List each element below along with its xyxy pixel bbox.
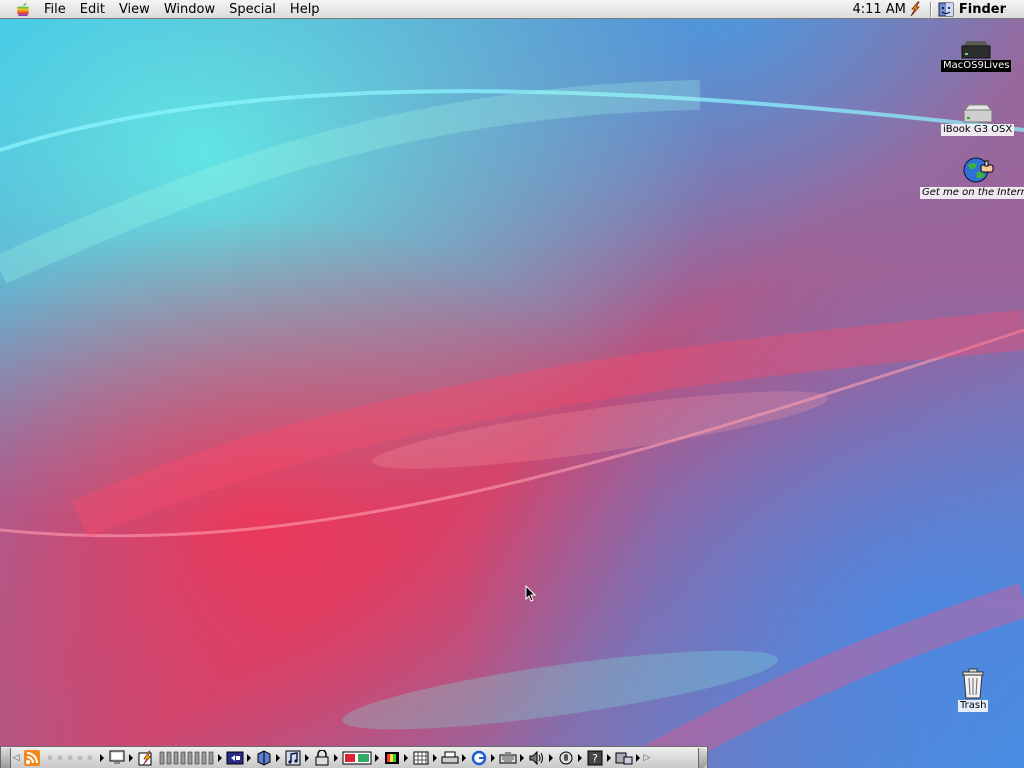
control-strip-module[interactable] <box>410 748 439 768</box>
internet-icon <box>471 750 487 765</box>
chevron-right-icon <box>100 753 104 762</box>
globe-icon <box>963 157 994 183</box>
web-sharing-icon <box>342 751 372 764</box>
chevron-right-icon <box>462 753 466 762</box>
control-strip-module[interactable] <box>106 748 135 768</box>
energy-icon <box>138 750 152 765</box>
chevron-right-icon <box>520 753 524 762</box>
control-strip-module[interactable] <box>43 748 106 768</box>
chevron-right-icon <box>247 753 251 762</box>
application-name: Finder <box>958 1 1006 17</box>
desktop-icon-ibook-g3-osx[interactable]: iBook G3 OSX <box>941 104 1015 136</box>
menu-edit[interactable]: Edit <box>73 0 112 19</box>
control-strip-module[interactable]: ? <box>584 748 613 768</box>
mouse-cursor-icon <box>525 585 537 602</box>
file-sharing-icon <box>159 751 214 764</box>
control-strip-module[interactable] <box>311 748 340 768</box>
energy-icon[interactable] <box>908 1 922 17</box>
control-strip-module[interactable] <box>526 748 555 768</box>
chevron-right-icon <box>276 753 280 762</box>
chevron-right-icon <box>578 753 582 762</box>
chevron-right-icon <box>433 753 437 762</box>
sound-icon <box>529 750 543 765</box>
desktop-icon-label: Get me on the Interne <box>920 187 1024 199</box>
application-menu[interactable]: Finder <box>938 2 1024 17</box>
chevron-right-icon <box>305 753 309 762</box>
cd-icon <box>257 749 271 766</box>
chevron-right-icon <box>129 753 133 762</box>
control-strip-module[interactable] <box>21 748 43 768</box>
desktop-icon-label: Trash <box>958 700 989 712</box>
control-strip-module[interactable] <box>468 748 497 768</box>
control-strip-module[interactable] <box>613 748 642 768</box>
menu-file[interactable]: File <box>37 0 73 19</box>
scroll-right-icon[interactable]: ▷ <box>642 750 652 766</box>
finder-icon <box>938 2 954 16</box>
chevron-right-icon <box>218 753 222 762</box>
keyboard-icon <box>499 751 517 763</box>
resolution-icon <box>413 751 429 764</box>
control-strip-module[interactable] <box>555 748 584 768</box>
chevron-right-icon <box>549 753 553 762</box>
control-strip-module[interactable] <box>157 748 224 768</box>
speech-icon <box>559 751 573 764</box>
chevron-right-icon <box>404 753 408 762</box>
control-strip-collapse-button[interactable] <box>1 747 11 768</box>
desktop-icon-macos9lives[interactable]: MacOS9Lives <box>941 40 1012 72</box>
control-strip: ◁ ? ▷ <box>0 746 708 768</box>
menu-separator <box>929 1 932 17</box>
control-strip-tab[interactable] <box>698 747 707 768</box>
chevron-right-icon <box>607 753 611 762</box>
remote-access-icon <box>615 752 633 764</box>
book-icon <box>226 751 244 764</box>
control-strip-module[interactable] <box>253 748 282 768</box>
desktop-icon-internet-setup[interactable]: Get me on the Interne <box>920 155 1024 199</box>
control-strip-module[interactable] <box>282 748 311 768</box>
desktop-icon-label: iBook G3 OSX <box>941 124 1015 136</box>
chevron-right-icon <box>375 753 379 762</box>
control-strip-module[interactable] <box>439 748 468 768</box>
chevron-right-icon <box>334 753 338 762</box>
chevron-right-icon <box>636 753 640 762</box>
menu-view[interactable]: View <box>112 0 157 19</box>
music-icon <box>285 750 301 765</box>
lock-icon <box>315 749 329 765</box>
apple-menu[interactable] <box>9 0 37 19</box>
control-strip-module[interactable] <box>381 748 410 768</box>
hard-drive-icon <box>963 104 993 123</box>
color-depth-icon <box>385 751 399 764</box>
menu-bar: File Edit View Window Special Help 4:11 … <box>0 0 1024 19</box>
control-strip-module[interactable] <box>135 748 157 768</box>
help-icon: ? <box>587 750 603 765</box>
desktop-icon-trash[interactable]: Trash <box>958 668 989 712</box>
printer-icon <box>441 751 459 763</box>
trash-icon <box>962 668 984 699</box>
control-strip-module[interactable] <box>497 748 526 768</box>
desktop[interactable]: File Edit View Window Special Help 4:11 … <box>0 0 1024 768</box>
wallpaper <box>0 0 1024 768</box>
hard-drive-icon <box>961 41 991 59</box>
apple-talk-icon <box>47 755 93 760</box>
menu-clock[interactable]: 4:11 AM <box>852 0 907 19</box>
control-strip-module[interactable] <box>224 748 253 768</box>
chevron-right-icon <box>491 753 495 762</box>
control-strip-module[interactable] <box>340 748 381 768</box>
monitor-icon <box>109 750 125 764</box>
rss-icon <box>24 749 40 766</box>
menu-window[interactable]: Window <box>157 0 222 19</box>
apple-icon <box>17 2 29 16</box>
desktop-icon-label: MacOS9Lives <box>941 60 1012 72</box>
svg-text:?: ? <box>592 752 598 765</box>
menu-help[interactable]: Help <box>283 0 327 19</box>
scroll-left-icon[interactable]: ◁ <box>11 750 21 766</box>
menu-special[interactable]: Special <box>222 0 283 19</box>
